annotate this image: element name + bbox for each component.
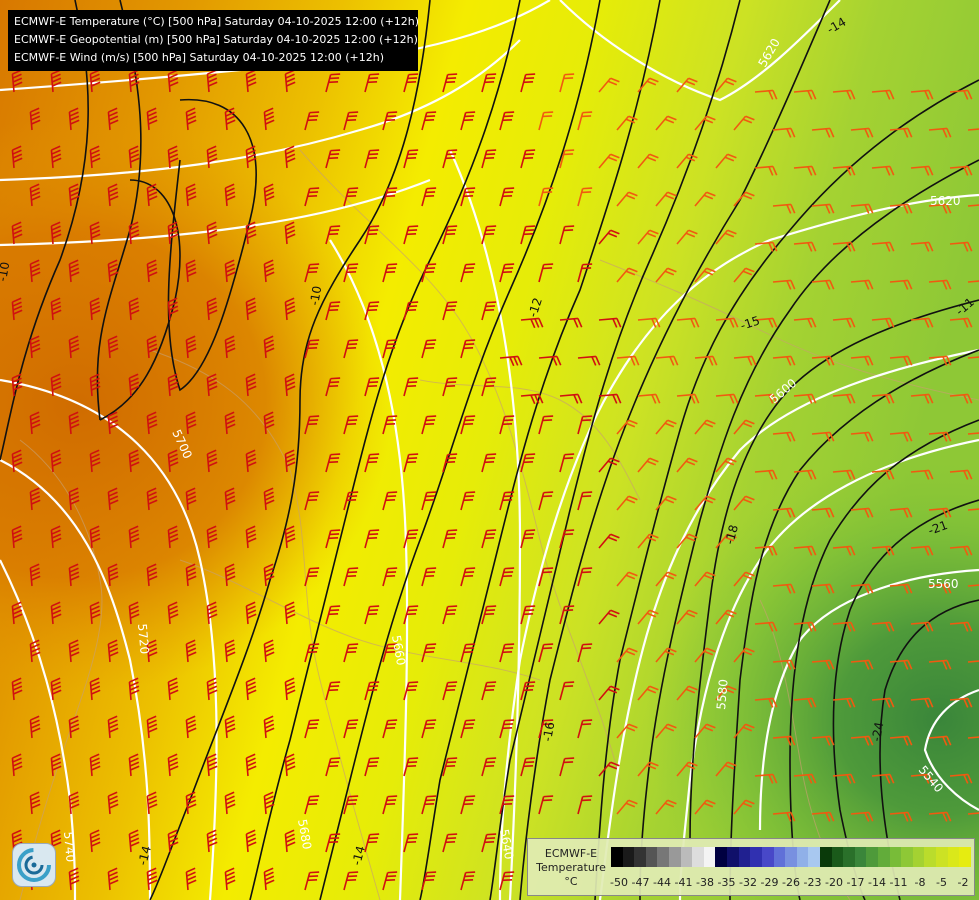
legend-tick-label: -8 (914, 876, 926, 889)
legend-swatch (819, 847, 832, 867)
geopotential-label: 5720 (135, 623, 152, 655)
legend-swatch (727, 847, 739, 867)
legend-swatch (936, 847, 948, 867)
geopotential-title: ECMWF-E Geopotential (m) [500 hPa] Satur… (14, 33, 418, 46)
legend-tick-label: -47 (631, 876, 650, 889)
legend-tick-labels: -50 -47 -44 -41 -38 -35 -32 -29 -26 -23 -20 -17 -14-… (610, 876, 971, 890)
temperature-legend: ECMWF-E Temperature °C -50 -47 -44 -41 -38 -3… (527, 838, 975, 896)
legend-swatch (843, 847, 855, 867)
legend-swatch (680, 847, 693, 867)
legend-swatch (622, 847, 635, 867)
legend-swatch (738, 847, 751, 867)
legend-swatch (669, 847, 681, 867)
legend-swatch (796, 847, 809, 867)
legend-swatch (634, 847, 646, 867)
legend-swatch (924, 847, 937, 867)
legend-swatch (645, 847, 658, 867)
legend-swatch (657, 847, 670, 867)
legend-tick-label: -20 (825, 876, 843, 889)
legend-swatch (785, 847, 797, 867)
legend-tick-label: -17 (846, 876, 865, 889)
legend-tick-label: -32 (739, 876, 757, 889)
legend-tick-label: -23 (803, 876, 822, 889)
wind-title: ECMWF-E Wind (m/s) [500 hPa] Saturday 04… (14, 51, 384, 64)
legend-swatch (611, 847, 623, 867)
legend-tick-label: -29 (760, 876, 779, 889)
legend-swatch (808, 847, 820, 867)
legend-swatch (761, 847, 774, 867)
temperature-title: ECMWF-E Temperature (°C) [500 hPa] Satur… (14, 15, 420, 28)
geopotential-label: 5620 (930, 194, 961, 208)
legend-color-bar (611, 847, 971, 867)
legend-swatch (947, 847, 960, 867)
legend-swatch (901, 847, 913, 867)
geopotential-label: 5580 (714, 679, 731, 711)
legend-swatch (715, 847, 728, 867)
legend-tick-label: -38 (696, 876, 714, 889)
legend-tick-label: -11 (889, 876, 908, 889)
legend-tick-label: -35 (717, 876, 736, 889)
legend-swatch (959, 847, 971, 867)
legend-title-line1: ECMWF-E (544, 847, 598, 860)
legend-tick-label: -14 (868, 876, 886, 889)
legend-tick-label: -5 (936, 876, 947, 889)
map-info-box: ECMWF-E Temperature (°C) [500 hPa] Satur… (8, 10, 420, 71)
legend-swatch (878, 847, 890, 867)
legend-swatch (889, 847, 902, 867)
legend-swatch (703, 847, 716, 867)
legend-unit: °C (564, 875, 578, 888)
legend-swatch (692, 847, 704, 867)
legend-swatch (854, 847, 867, 867)
legend-tick-label: -26 (782, 876, 800, 889)
legend-swatch (750, 847, 762, 867)
legend-swatch (912, 847, 925, 867)
legend-title-line2: Temperature (536, 861, 606, 874)
legend-swatch (866, 847, 879, 867)
meteo-swirl-logo-icon (12, 843, 56, 887)
legend-swatch (831, 847, 844, 867)
legend-swatch (773, 847, 786, 867)
geopotential-label: 5740 (61, 831, 78, 863)
legend-title: ECMWF-E Temperature °C (532, 847, 610, 889)
legend-tick-label: -50 (610, 876, 628, 889)
weather-map: -10 -10 -12 -14 -15 -16 -18 -21 -24 -11 … (0, 0, 979, 900)
geopotential-label: 5560 (928, 577, 959, 591)
legend-tick-label: -41 (674, 876, 693, 889)
legend-tick-label: -2 (957, 876, 969, 889)
legend-tick-label: -44 (653, 876, 671, 889)
